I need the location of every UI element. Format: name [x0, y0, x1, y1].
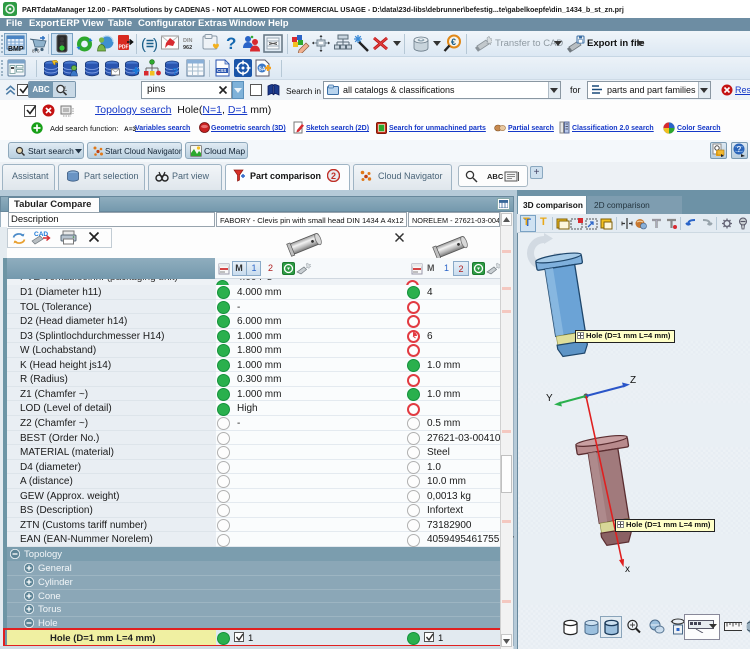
svg-text:Z: Z — [630, 375, 636, 386]
svg-text:(: ( — [141, 36, 146, 52]
svg-text:PDF: PDF — [119, 45, 129, 51]
svg-text:2: 2 — [331, 171, 336, 181]
svg-text:): ) — [153, 36, 158, 52]
svg-text:Y: Y — [546, 393, 553, 404]
svg-text:CSS: CSS — [217, 68, 226, 73]
svg-text:?: ? — [172, 67, 178, 77]
svg-text:876: 876 — [32, 49, 40, 54]
svg-text:€: € — [451, 37, 456, 47]
svg-text:BMP: BMP — [8, 46, 24, 53]
svg-text:DIN: DIN — [183, 38, 193, 44]
svg-text:?: ? — [737, 145, 742, 154]
svg-text:962: 962 — [183, 45, 192, 51]
svg-text:x: x — [625, 564, 630, 575]
